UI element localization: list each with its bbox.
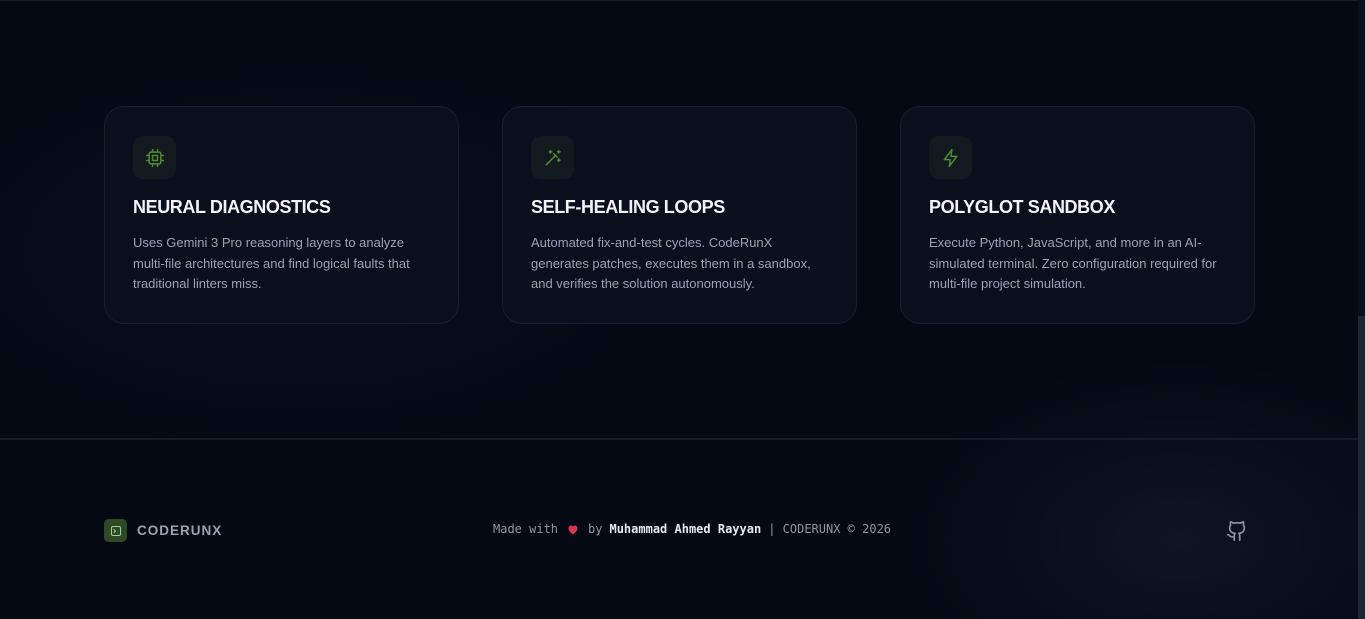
scrollbar-thumb[interactable] [1358, 316, 1365, 619]
card-description: Uses Gemini 3 Pro reasoning layers to an… [133, 235, 410, 291]
cpu-icon [133, 136, 176, 179]
footer-divider [0, 438, 1358, 440]
by-text: by [588, 522, 603, 536]
card-description: Execute Python, JavaScript, and more in … [929, 235, 1217, 291]
heart-icon [564, 524, 582, 535]
page: NEURAL DIAGNOSTICS Uses Gemini 3 Pro rea… [0, 0, 1365, 619]
card-title: POLYGLOT SANDBOX [929, 197, 1115, 217]
feature-card-neural-diagnostics: NEURAL DIAGNOSTICS Uses Gemini 3 Pro rea… [104, 106, 459, 324]
magic-wand-icon [531, 136, 574, 179]
card-description: Automated fix-and-test cycles. CodeRunX … [531, 235, 811, 291]
card-title: SELF-HEALING LOOPS [531, 197, 725, 217]
made-with-text: Made with [493, 522, 559, 536]
terminal-icon [104, 519, 127, 542]
card-title: NEURAL DIAGNOSTICS [133, 197, 331, 217]
footer-brand[interactable]: CODERUNX [104, 519, 222, 542]
brand-name: CODERUNX [137, 523, 223, 538]
top-border [0, 0, 1358, 1]
feature-card-self-healing-loops: SELF-HEALING LOOPS Automated fix-and-tes… [502, 106, 857, 324]
feature-card-polyglot-sandbox: POLYGLOT SANDBOX Execute Python, JavaScr… [900, 106, 1255, 324]
features-grid: NEURAL DIAGNOSTICS Uses Gemini 3 Pro rea… [104, 106, 1255, 324]
author-link[interactable]: Muhammad Ahmed Rayyan [609, 522, 761, 536]
scrollbar-track[interactable] [1358, 0, 1365, 619]
footer-credit: Made with by Muhammad Ahmed Rayyan | COD… [493, 522, 891, 536]
lightning-icon [929, 136, 972, 179]
github-icon[interactable] [1226, 520, 1248, 542]
copyright-text: | CODERUNX © 2026 [768, 522, 892, 536]
